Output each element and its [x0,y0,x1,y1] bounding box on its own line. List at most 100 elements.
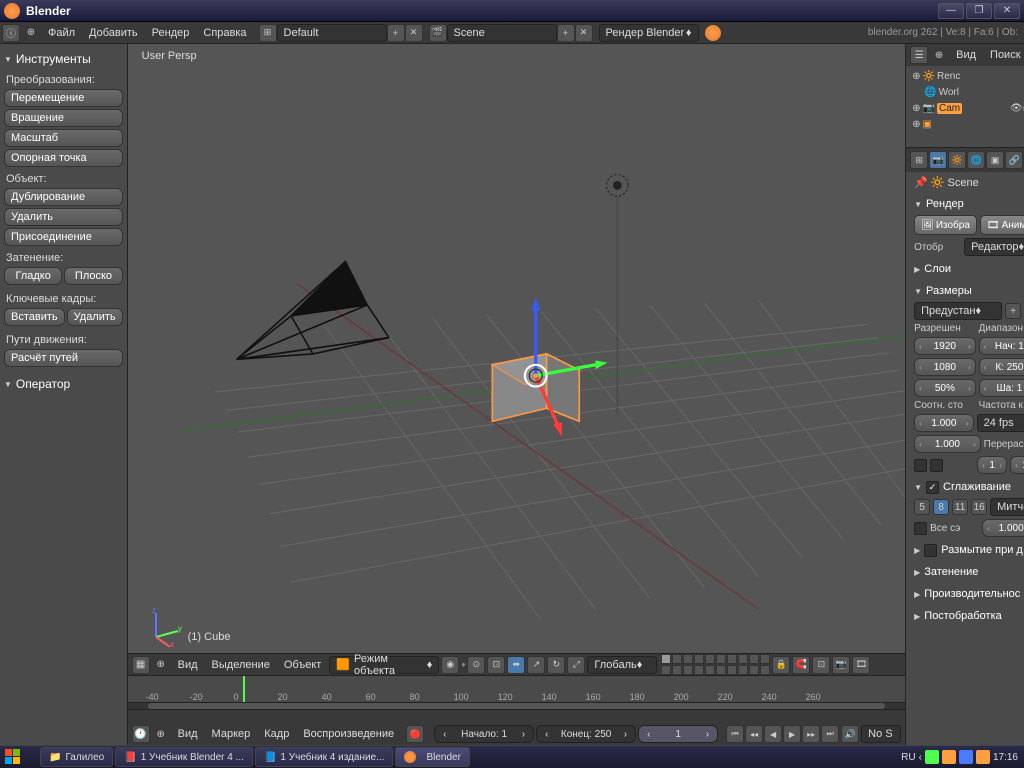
taskbar-item[interactable]: 📕1 Учебник Blender 4 ... [115,747,253,767]
translate-button[interactable]: Перемещение [4,89,123,107]
keyframe-prev-icon[interactable]: ◂◂ [745,725,763,743]
vp-menu-object[interactable]: Объект [278,659,327,671]
res-pct-field[interactable]: 50% [914,379,976,397]
manip-scale-icon[interactable]: ⤢ [567,656,585,674]
layout-add-button[interactable]: + [387,24,405,42]
manipulator-icon[interactable]: ⬌ [507,656,525,674]
layout-delete-button[interactable]: ✕ [405,24,423,42]
autokey-icon[interactable]: 🔴 [406,725,424,743]
maximize-button[interactable]: ❐ [966,3,992,19]
join-button[interactable]: Присоединение [4,228,123,246]
timeline-track[interactable]: -40-200204060801001201401601802002202402… [128,676,905,702]
snap-icon[interactable]: 🧲 [792,656,810,674]
origin-button[interactable]: Опорная точка [4,149,123,167]
preset-add-button[interactable]: + [1005,303,1021,319]
preset-dropdown[interactable]: Предустан ♦ [914,302,1002,320]
viewport-shading-icon[interactable]: ◉ [441,656,459,674]
remove-key-button[interactable]: Удалить [67,308,123,326]
taskbar-item[interactable]: 📘1 Учебник 4 издание... [255,747,394,767]
layer-buttons[interactable] [661,654,770,675]
rotate-button[interactable]: Вращение [4,109,123,127]
aspect-x-field[interactable]: 1.000 [914,414,974,432]
fps-dropdown[interactable]: 24 fps♦ [977,414,1024,432]
collapse-menus-icon[interactable]: ⊕ [22,24,40,42]
display-dropdown[interactable]: Редактор ♦ [964,238,1024,256]
jump-start-icon[interactable]: ⏮ [726,725,744,743]
pivot-icon[interactable]: ⊙ [467,656,485,674]
outliner-menu-search[interactable]: Поиск [984,49,1024,61]
tray-icon-4[interactable] [976,750,990,764]
delete-button[interactable]: Удалить [4,208,123,226]
pivot-median-icon[interactable]: ⊡ [487,656,505,674]
minimize-button[interactable]: — [938,3,964,19]
taskbar-item[interactable]: 📁Галилео [40,747,113,767]
render-panel-header[interactable]: Рендер [914,195,1024,213]
lock-camera-icon[interactable]: 🔒 [772,656,790,674]
vp-menu-select[interactable]: Выделение [206,659,276,671]
tray-arrow-icon[interactable]: ‹ [919,752,922,763]
tray-icon-1[interactable] [925,750,939,764]
end-frame-field[interactable]: ‹ Конец: 250 › [536,725,636,743]
render-engine-dropdown[interactable]: Рендер Blender♦ [599,24,699,42]
res-y-field[interactable]: 1080 [914,358,976,376]
tl-menu-marker[interactable]: Маркер [206,728,257,740]
context-constraints-icon[interactable]: 🔗 [1005,151,1023,169]
timeline-editor-icon[interactable]: 🕐 [132,725,150,743]
frame-start-field[interactable]: Нач: 1 [979,337,1024,355]
context-scene-icon[interactable]: 🔆 [948,151,966,169]
context-world-icon[interactable]: 🌐 [967,151,985,169]
render-anim-button[interactable]: 🎞 Анима [980,215,1024,235]
insert-key-button[interactable]: Вставить [4,308,65,326]
aa-8-button[interactable]: 8 [933,499,949,515]
manip-rotate-icon[interactable]: ↻ [547,656,565,674]
shading-panel-header[interactable]: Затенение [914,563,1024,581]
lang-indicator[interactable]: RU [901,752,915,763]
layout-dropdown[interactable]: Default [277,24,387,42]
flat-button[interactable]: Плоско [64,267,122,285]
viewport-editor-icon[interactable]: ▦ [132,656,150,674]
dimensions-panel-header[interactable]: Размеры [914,282,1024,300]
start-frame-field[interactable]: ‹ Начало: 1 › [434,725,534,743]
menu-render[interactable]: Рендер [146,27,196,39]
sync-dropdown[interactable]: No S [861,725,901,743]
context-object-icon[interactable]: ▣ [986,151,1004,169]
calc-paths-button[interactable]: Расчёт путей [4,349,123,367]
menu-file[interactable]: Файл [42,27,81,39]
tree-item-world[interactable]: Worl [939,87,959,98]
taskbar-item-active[interactable]: Blender [395,747,469,767]
outliner-collapse-icon[interactable]: ⊕ [930,46,948,64]
duplicate-button[interactable]: Дублирование [4,188,123,206]
scene-dropdown[interactable]: Scene [447,24,557,42]
tl-collapse-icon[interactable]: ⊕ [152,725,170,743]
vp-menu-view[interactable]: Вид [172,659,204,671]
mblur-check[interactable] [924,544,937,557]
aa-enable-check[interactable] [926,481,939,494]
aa-16-button[interactable]: 16 [971,499,987,515]
remap-new-field[interactable]: 1 [1010,456,1024,474]
start-button[interactable] [2,747,38,767]
aspect-y-field[interactable]: 1.000 [914,435,981,453]
render-image-button[interactable]: 🖼 Изобра [914,215,977,235]
tree-item-render[interactable]: Renc [937,71,960,82]
tools-panel-header[interactable]: Инструменты [4,50,123,68]
opengl-anim-icon[interactable]: 🎞 [852,656,870,674]
current-frame-field[interactable]: ‹ 1 › [638,725,718,743]
speaker-icon[interactable]: 🔊 [841,725,859,743]
scene-browse-icon[interactable]: 🎬 [429,24,447,42]
scene-delete-button[interactable]: ✕ [575,24,593,42]
post-panel-header[interactable]: Постобработка [914,607,1024,625]
timeline-cursor[interactable] [243,676,245,702]
vp-collapse-icon[interactable]: ⊕ [152,656,170,674]
3d-viewport[interactable]: User Persp [128,44,905,653]
tl-menu-view[interactable]: Вид [172,728,204,740]
menu-help[interactable]: Справка [197,27,252,39]
aa-panel-header[interactable]: Сглаживание [914,478,1024,496]
frame-end-field[interactable]: К: 250 [979,358,1024,376]
performance-panel-header[interactable]: Производительнос [914,585,1024,603]
res-x-field[interactable]: 1920 [914,337,976,355]
mode-dropdown[interactable]: 🟧 Режим объекта ♦ [329,656,439,674]
scale-button[interactable]: Масштаб [4,129,123,147]
clock[interactable]: 17:16 [993,752,1018,763]
tray-icon-3[interactable] [959,750,973,764]
smooth-button[interactable]: Гладко [4,267,62,285]
